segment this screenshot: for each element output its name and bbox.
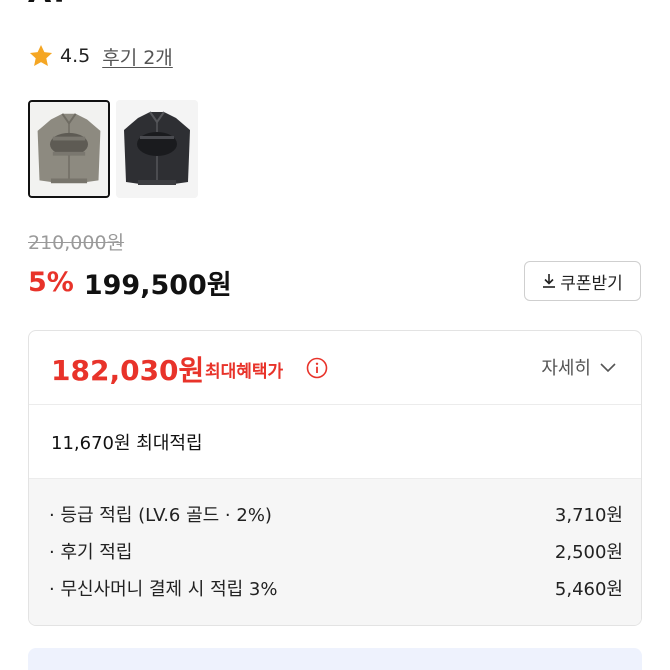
max-points-row: 11,670원 최대적립 [29,405,641,479]
price-row: 5% 199,500원 [28,262,232,302]
chevron-down-icon [600,363,616,373]
download-icon [543,274,556,288]
rating-value: 4.5 [60,45,91,67]
benefit-header: 182,030원 최대혜택가 자세히 [29,331,641,405]
review-count-link[interactable]: 후기 2개 [102,43,173,70]
info-icon[interactable] [306,357,328,379]
detail-label: 자세히 [541,358,591,379]
color-thumbnails [28,100,198,198]
coupon-label: 쿠폰받기 [560,273,623,294]
jacket-black-image [116,100,198,198]
product-detail-page: AT 4.5 후기 2개 [0,0,670,670]
rating-summary: 4.5 후기 2개 [28,42,173,70]
max-benefit-price: 182,030원 [51,354,205,387]
max-benefit-label: 최대혜택가 [205,362,284,382]
benefit-card: 182,030원 최대혜택가 자세히 11,670원 최대적립 · 등급 적립 … [28,330,642,626]
thumbnail-jacket-gray[interactable] [28,100,110,198]
star-icon [29,44,53,66]
points-breakdown: · 등급 적립 (LV.6 골드 · 2%) 3,710원 · 후기 적립 2,… [29,479,641,625]
breakdown-label: · 등급 적립 (LV.6 골드 · 2%) [49,505,272,526]
list-item: · 등급 적립 (LV.6 골드 · 2%) 3,710원 [49,499,623,529]
bottom-banner[interactable] [28,648,642,670]
jacket-gray-image [30,102,108,196]
detail-toggle[interactable]: 자세히 [541,353,617,381]
thumbnail-jacket-black[interactable] [116,100,198,198]
list-item: · 무신사머니 결제 시 적립 3% 5,460원 [49,573,623,603]
list-item: · 후기 적립 2,500원 [49,536,623,566]
coupon-download-button[interactable]: 쿠폰받기 [524,261,641,301]
breakdown-value: 3,710원 [554,505,623,526]
breakdown-value: 2,500원 [554,542,623,563]
discount-rate: 5% [28,266,74,298]
breakdown-label: · 후기 적립 [49,542,133,563]
max-points: 11,670원 최대적립 [51,433,203,454]
breakdown-value: 5,460원 [554,579,623,600]
breakdown-label: · 무신사머니 결제 시 적립 3% [49,579,278,600]
sale-price: 199,500원 [83,269,232,301]
original-price: 210,000원 [28,232,125,254]
product-title: AT [28,0,69,8]
